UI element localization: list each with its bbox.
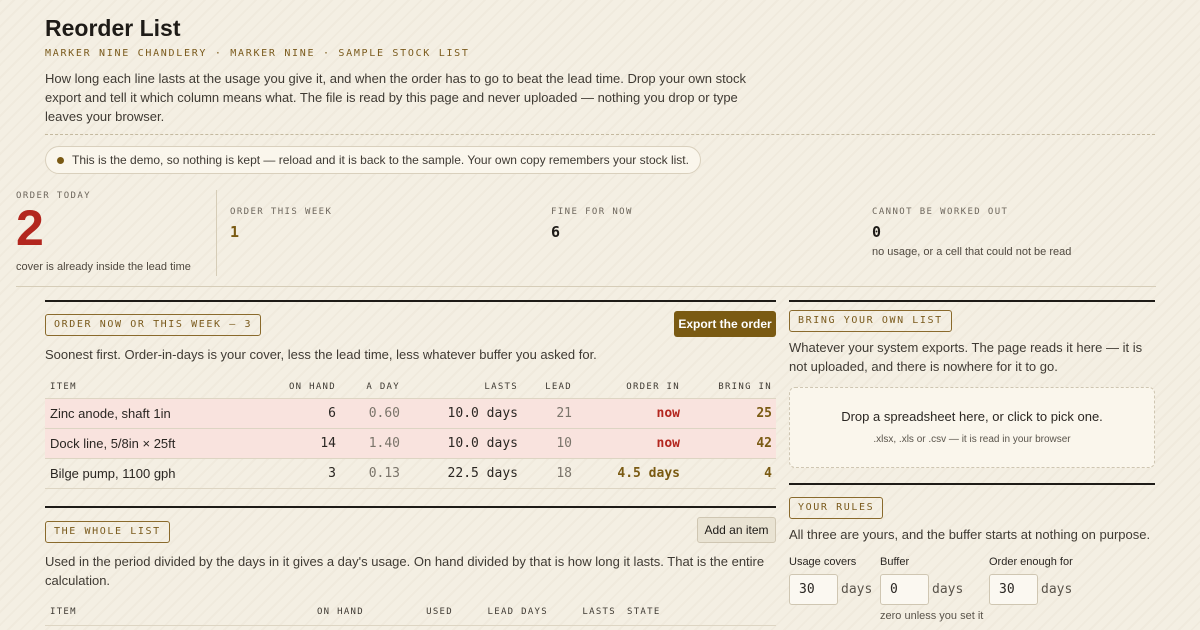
row-bring-in: 4 — [764, 466, 772, 481]
stat-order-week-label: ORDER THIS WEEK — [230, 207, 333, 217]
row-lead: 21 — [556, 406, 572, 421]
table-row[interactable]: Zinc anode, shaft 1in 6 0.60 10.0 days 2… — [45, 399, 776, 429]
rules-chip: YOUR RULES — [789, 497, 884, 519]
order-col-order-in: ORDER IN — [626, 382, 680, 392]
page-title: Reorder List — [45, 15, 181, 41]
list-col-lasts: LASTS — [582, 607, 616, 617]
whole-list-chip: THE WHOLE LIST — [45, 521, 170, 543]
buffer-input[interactable]: 0 — [880, 574, 929, 605]
stat-cannot-note: no usage, or a cell that could not be re… — [872, 246, 1072, 258]
order-col-a-day: A DAY — [366, 382, 400, 392]
row-item: Bilge pump, 1100 gph — [50, 466, 176, 481]
stat-order-week-value: 1 — [230, 223, 240, 241]
drop-zone-label: Drop a spreadsheet here, or click to pic… — [841, 409, 1103, 424]
order-col-lead: LEAD — [545, 382, 572, 392]
status-dot-icon — [57, 157, 64, 164]
bring-list-description: Whatever your system exports. The page r… — [789, 340, 1143, 374]
order-enough-unit: days — [1041, 582, 1073, 597]
usage-covers-input[interactable]: 30 — [789, 574, 838, 605]
drop-zone-hint: .xlsx, .xls or .csv — it is read in your… — [873, 434, 1071, 445]
whole-list-description: Used in the period divided by the days i… — [45, 554, 765, 588]
order-enough-label: Order enough for — [989, 556, 1073, 568]
whole-list-header-rule — [45, 625, 776, 626]
export-order-button[interactable]: Export the order — [674, 311, 776, 337]
row-order-in: now — [656, 436, 680, 451]
row-a-day: 0.13 — [368, 466, 400, 481]
order-section-description: Soonest first. Order-in-days is your cov… — [45, 347, 597, 362]
row-a-day: 1.40 — [368, 436, 400, 451]
order-section-rule — [45, 300, 776, 302]
order-section-chip: ORDER NOW OR THIS WEEK — 3 — [45, 314, 262, 336]
stats-bottom-divider — [16, 286, 1156, 287]
stat-order-today-note: cover is already inside the lead time — [16, 261, 191, 273]
rules-description: All three are yours, and the buffer star… — [789, 527, 1151, 542]
file-drop-zone[interactable]: Drop a spreadsheet here, or click to pic… — [789, 387, 1155, 468]
row-item: Zinc anode, shaft 1in — [50, 406, 171, 421]
list-col-state: STATE — [627, 607, 661, 617]
bring-list-rule — [789, 300, 1155, 302]
row-bring-in: 25 — [756, 406, 772, 421]
order-enough-input[interactable]: 30 — [989, 574, 1038, 605]
stat-fine-value: 6 — [551, 223, 561, 241]
row-bring-in: 42 — [756, 436, 772, 451]
list-col-item: ITEM — [50, 607, 77, 617]
table-row[interactable]: Dock line, 5/8in × 25ft 14 1.40 10.0 day… — [45, 429, 776, 459]
demo-notice-text: This is the demo, so nothing is kept — r… — [72, 153, 689, 167]
row-a-day: 0.60 — [368, 406, 400, 421]
row-lead: 10 — [556, 436, 572, 451]
whole-list-rule — [45, 506, 776, 508]
row-lead: 18 — [556, 466, 572, 481]
row-item: Dock line, 5/8in × 25ft — [50, 436, 176, 451]
list-col-on-hand: ON HAND — [316, 607, 364, 617]
buffer-label: Buffer — [880, 556, 910, 568]
demo-notice: This is the demo, so nothing is kept — r… — [45, 146, 701, 174]
rules-rule — [789, 483, 1155, 485]
stats-divider — [216, 190, 217, 276]
table-row[interactable]: Bilge pump, 1100 gph 3 0.13 22.5 days 18… — [45, 459, 776, 489]
buffer-note: zero unless you set it — [880, 610, 984, 622]
usage-covers-unit: days — [841, 582, 873, 597]
order-col-item: ITEM — [50, 382, 77, 392]
intro-text: How long each line lasts at the usage yo… — [45, 71, 746, 124]
stat-fine-label: FINE FOR NOW — [551, 207, 633, 217]
row-order-in: now — [656, 406, 680, 421]
stat-cannot-value: 0 — [872, 223, 882, 241]
row-order-in: 4.5 days — [617, 466, 680, 481]
header-divider — [45, 134, 1155, 135]
stat-order-today-value: 2 — [16, 200, 44, 256]
bring-list-chip: BRING YOUR OWN LIST — [789, 310, 952, 332]
stat-cannot-label: CANNOT BE WORKED OUT — [872, 207, 1009, 217]
buffer-unit: days — [932, 582, 964, 597]
list-col-used: USED — [426, 607, 453, 617]
order-col-bring-in: BRING IN — [718, 382, 772, 392]
page-subtitle: MARKER NINE CHANDLERY · MARKER NINE · SA… — [45, 48, 470, 59]
add-item-button[interactable]: Add an item — [697, 517, 776, 543]
usage-covers-label: Usage covers — [789, 556, 857, 568]
